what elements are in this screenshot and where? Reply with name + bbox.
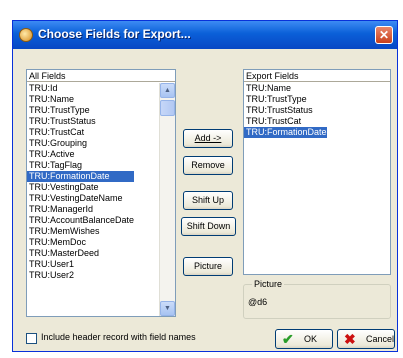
list-item[interactable]: TRU:MasterDeed	[27, 248, 134, 259]
list-item[interactable]: TRU:TrustStatus	[244, 105, 327, 116]
list-item[interactable]: TRU:Grouping	[27, 138, 134, 149]
all-fields-scrollbar[interactable]: ▲ ▼	[159, 83, 175, 316]
include-header-label[interactable]: Include header record with field names	[41, 332, 196, 342]
picture-button-label: Picture	[193, 261, 222, 271]
ok-button[interactable]: ✔ OK	[275, 329, 333, 349]
close-button[interactable]: ✕	[375, 26, 393, 44]
list-item[interactable]: TRU:TrustType	[244, 94, 327, 105]
export-fields-header: Export Fields	[244, 70, 390, 82]
shift-up-button[interactable]: Shift Up	[183, 191, 233, 210]
shift-up-button-label: Shift Up	[191, 195, 224, 205]
list-item[interactable]: TRU:VestingDateName	[27, 193, 134, 204]
remove-button-label: Remove	[191, 160, 225, 170]
list-item[interactable]: TRU:TagFlag	[27, 160, 134, 171]
list-item[interactable]: TRU:ManagerId	[27, 204, 134, 215]
picture-value: @d6	[248, 297, 268, 307]
add-button[interactable]: Add ->	[183, 129, 233, 148]
remove-button[interactable]: Remove	[183, 156, 233, 175]
list-item[interactable]: TRU:User1	[27, 259, 134, 270]
all-fields-header: All Fields	[27, 70, 175, 82]
all-fields-list[interactable]: All Fields TRU:Id TRU:Name TRU:TrustType TR…	[26, 69, 176, 317]
shift-down-button-label: Shift Down	[186, 221, 231, 231]
add-button-label: Add ->	[194, 133, 222, 143]
list-item[interactable]: TRU:MemWishes	[27, 226, 134, 237]
picture-button[interactable]: Picture	[183, 257, 233, 276]
list-item[interactable]: TRU:TrustCat	[27, 127, 134, 138]
export-fields-dialog: Choose Fields for Export... ✕ All Fields…	[12, 20, 398, 352]
list-item[interactable]: TRU:Name	[244, 83, 327, 94]
cancel-button-label: Cancel	[366, 334, 395, 344]
list-item[interactable]: TRU:FormationDate	[244, 127, 327, 138]
app-icon	[19, 28, 33, 42]
picture-group: Picture @d6	[243, 279, 391, 319]
list-item[interactable]: TRU:FormationDate	[27, 171, 135, 182]
include-header-checkbox[interactable]	[26, 333, 37, 344]
cancel-button[interactable]: ✖ Cancel	[337, 329, 395, 349]
list-item[interactable]: TRU:Name	[27, 94, 134, 105]
export-fields-list[interactable]: Export Fields TRU:Name TRU:TrustType TRU:T…	[243, 69, 391, 275]
export-fields-items: TRU:Name TRU:TrustType TRU:TrustStatus TRU:…	[244, 83, 327, 138]
title-bar[interactable]: Choose Fields for Export... ✕	[13, 21, 397, 49]
ok-button-label: OK	[304, 334, 318, 344]
list-item[interactable]: TRU:User2	[27, 270, 134, 281]
x-icon: ✖	[344, 331, 356, 347]
list-item[interactable]: TRU:TrustCat	[244, 116, 327, 127]
list-item[interactable]: TRU:TrustType	[27, 105, 134, 116]
window-title: Choose Fields for Export...	[38, 27, 191, 41]
picture-group-label: Picture	[252, 279, 285, 289]
scroll-up-icon[interactable]: ▲	[160, 83, 175, 98]
checkmark-icon: ✔	[282, 331, 294, 347]
list-item[interactable]: TRU:TrustStatus	[27, 116, 134, 127]
scroll-thumb[interactable]	[160, 100, 175, 116]
all-fields-items: TRU:Id TRU:Name TRU:TrustType TRU:TrustStat…	[27, 83, 135, 281]
list-item[interactable]: TRU:AccountBalanceDate	[27, 215, 134, 226]
list-item[interactable]: TRU:VestingDate	[27, 182, 134, 193]
list-item[interactable]: TRU:Active	[27, 149, 134, 160]
list-item[interactable]: TRU:MemDoc	[27, 237, 134, 248]
shift-down-button[interactable]: Shift Down	[181, 217, 236, 236]
scroll-down-icon[interactable]: ▼	[160, 301, 175, 316]
list-item[interactable]: TRU:Id	[27, 83, 134, 94]
